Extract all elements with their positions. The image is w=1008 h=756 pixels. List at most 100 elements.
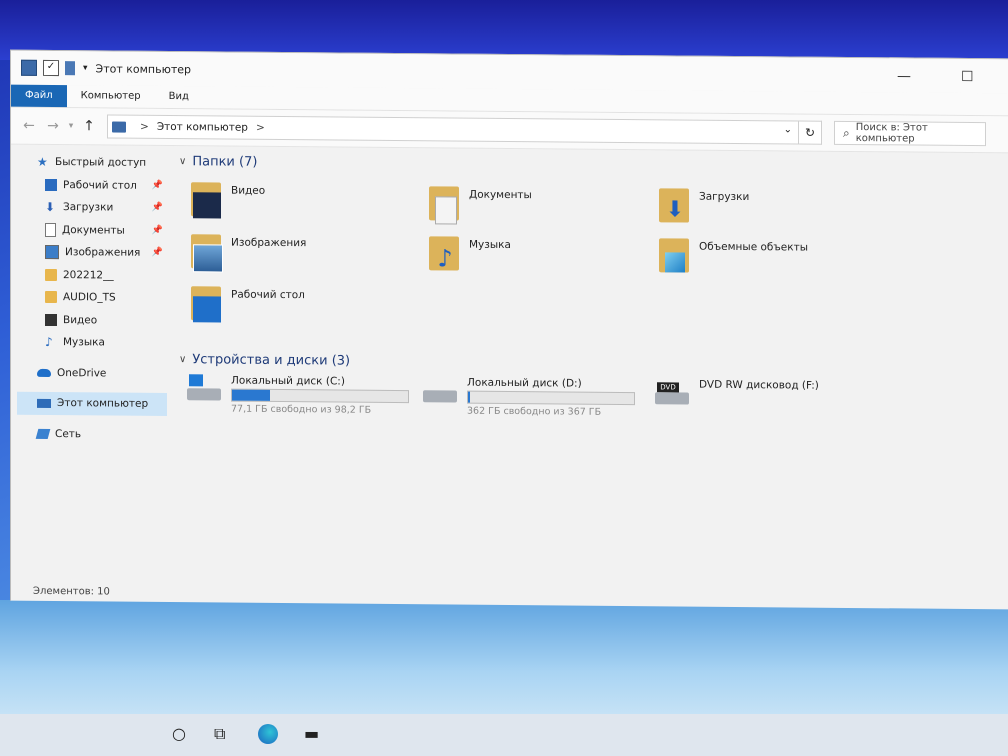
back-arrow-icon[interactable]: ← (17, 118, 41, 134)
address-bar[interactable]: > Этот компьютер > ⌄ (107, 114, 799, 145)
sidebar-item-label: Этот компьютер (57, 397, 149, 411)
sidebar-item-music[interactable]: ♪ Музыка (17, 331, 167, 355)
tab-view[interactable]: Вид (155, 86, 203, 108)
sidebar-item-folder-202212[interactable]: 202212__ (17, 263, 167, 287)
folder-icon (45, 268, 57, 281)
drive-item-dvd[interactable]: DVD DVD RW дисковод (F:) (653, 378, 883, 410)
recent-dropdown-icon[interactable]: ▾ (65, 121, 77, 131)
downloads-folder-icon: ⬇ (657, 184, 693, 224)
sidebar-item-label: Рабочий стол (63, 178, 137, 192)
folder-item-video[interactable]: Видео (189, 178, 409, 230)
folders-grid: Видео Документы ⬇ Загрузки Изображения ♪… (171, 172, 1008, 355)
video-icon (45, 313, 57, 326)
computer-icon (37, 398, 51, 408)
folder-item-music[interactable]: ♪ Музыка (427, 232, 647, 284)
breadcrumb-separator: > (140, 120, 149, 133)
sidebar-item-desktop[interactable]: Рабочий стол 📌 (17, 173, 167, 197)
status-bar-item-count: Элементов: 10 (33, 585, 110, 598)
folder-label: Музыка (469, 238, 511, 252)
pin-icon: 📌 (151, 248, 163, 259)
search-icon: ⌕ (843, 125, 850, 140)
pictures-folder-icon (189, 230, 225, 273)
quick-access-dropdown-icon[interactable]: ▾ (83, 63, 88, 73)
task-view-icon[interactable]: ⧉ (214, 724, 225, 744)
sidebar-item-onedrive[interactable]: OneDrive (17, 361, 167, 385)
folder-label: Видео (231, 184, 266, 197)
sidebar-item-pictures[interactable]: Изображения 📌 (17, 241, 167, 265)
drive-usage-fill (468, 391, 471, 403)
document-icon (45, 222, 56, 237)
sidebar-item-label: Изображения (65, 246, 141, 260)
folders-header-label: Папки (7) (192, 153, 258, 170)
folder-item-pictures[interactable]: Изображения (189, 230, 409, 282)
drive-label: DVD RW дисковод (F:) (699, 378, 819, 392)
folder-label: Документы (469, 188, 532, 202)
computer-icon (112, 121, 126, 133)
folder-item-documents[interactable]: Документы (427, 182, 647, 234)
minimize-button[interactable]: — (897, 68, 911, 84)
music-folder-icon: ♪ (427, 232, 463, 273)
drive-free-space: 77,1 ГБ свободно из 98,2 ГБ (231, 403, 372, 416)
search-input[interactable]: ⌕ Поиск в: Этот компьютер (834, 120, 986, 147)
network-icon (35, 428, 51, 439)
sidebar-item-label: OneDrive (57, 366, 107, 380)
sidebar-item-label: Видео (63, 313, 98, 327)
computer-icon (21, 59, 37, 76)
sidebar-item-video[interactable]: Видео (17, 308, 167, 332)
sidebar-item-this-pc[interactable]: Этот компьютер (17, 391, 167, 416)
hard-drive-icon (421, 376, 461, 406)
folder-item-desktop[interactable]: Рабочий стол (189, 282, 409, 334)
sidebar-item-audio-ts[interactable]: AUDIO_TS (17, 286, 167, 310)
sidebar-item-label: Загрузки (63, 201, 114, 214)
search-circle-icon[interactable]: ○ (172, 724, 186, 743)
music-note-icon: ♪ (45, 335, 53, 350)
maximize-button[interactable]: ☐ (961, 69, 974, 85)
up-arrow-icon[interactable]: ↑ (77, 118, 101, 134)
folder-label: Объемные объекты (699, 240, 809, 254)
desktop-icon (45, 178, 57, 191)
drive-label: Локальный диск (C:) (231, 374, 345, 388)
properties-checkbox-icon[interactable]: ✓ (43, 59, 59, 77)
pin-icon: 📌 (151, 203, 163, 214)
video-folder-icon (189, 178, 225, 219)
dvd-drive-icon: DVD (653, 378, 693, 408)
folder-item-downloads[interactable]: ⬇ Загрузки (657, 184, 877, 236)
chevron-down-icon[interactable]: ∨ (179, 156, 186, 167)
drive-usage-bar (467, 390, 635, 406)
documents-folder-icon (427, 182, 463, 225)
drive-label: Локальный диск (D:) (467, 376, 582, 390)
pin-icon: 📌 (151, 180, 163, 191)
tab-computer[interactable]: Компьютер (67, 85, 155, 108)
drive-item-c[interactable]: Локальный диск (C:) 77,1 ГБ свободно из … (185, 374, 415, 416)
drives-grid: Локальный диск (C:) 77,1 ГБ свободно из … (171, 370, 1008, 457)
tab-file[interactable]: Файл (11, 84, 67, 108)
breadcrumb-this-pc[interactable]: Этот компьютер (157, 121, 248, 134)
new-folder-icon[interactable] (65, 61, 75, 76)
desktop-background-bottom (0, 600, 1008, 720)
sidebar-item-downloads[interactable]: ⬇ Загрузки 📌 (17, 196, 167, 220)
edge-browser-icon[interactable] (258, 724, 278, 744)
drive-usage-bar (231, 388, 409, 404)
forward-arrow-icon[interactable]: → (41, 118, 65, 134)
chevron-down-icon[interactable]: ∨ (179, 354, 186, 365)
drives-header-label: Устройства и диски (3) (192, 351, 351, 369)
sidebar-item-quick-access[interactable]: ★ Быстрый доступ (17, 151, 167, 175)
refresh-button[interactable]: ↻ (799, 120, 822, 145)
folder-icon (45, 291, 57, 304)
search-placeholder: Поиск в: Этот компьютер (855, 122, 928, 145)
pictures-icon (45, 245, 59, 260)
drive-free-space: 362 ГБ свободно из 367 ГБ (467, 405, 602, 418)
file-explorer-icon[interactable]: ▬ (304, 724, 319, 743)
drive-item-d[interactable]: Локальный диск (D:) 362 ГБ свободно из 3… (421, 376, 651, 418)
address-dropdown-icon[interactable]: ⌄ (784, 124, 792, 135)
content-pane: ∨ Папки (7) Видео Документы ⬇ Загрузки И… (171, 146, 1008, 591)
sidebar-item-documents[interactable]: Документы 📌 (17, 218, 167, 242)
sidebar-item-network[interactable]: Сеть (17, 422, 167, 446)
sidebar-item-label: Сеть (55, 427, 82, 441)
3d-objects-folder-icon (657, 234, 693, 274)
breadcrumb-separator: > (255, 121, 265, 134)
folder-label: Изображения (231, 236, 307, 250)
file-explorer-window: ✓ ▾ Этот компьютер — ☐ Файл Компьютер Ви… (10, 49, 1008, 610)
folder-item-3d-objects[interactable]: Объемные объекты (657, 234, 877, 286)
sidebar-item-label: Музыка (63, 336, 105, 349)
